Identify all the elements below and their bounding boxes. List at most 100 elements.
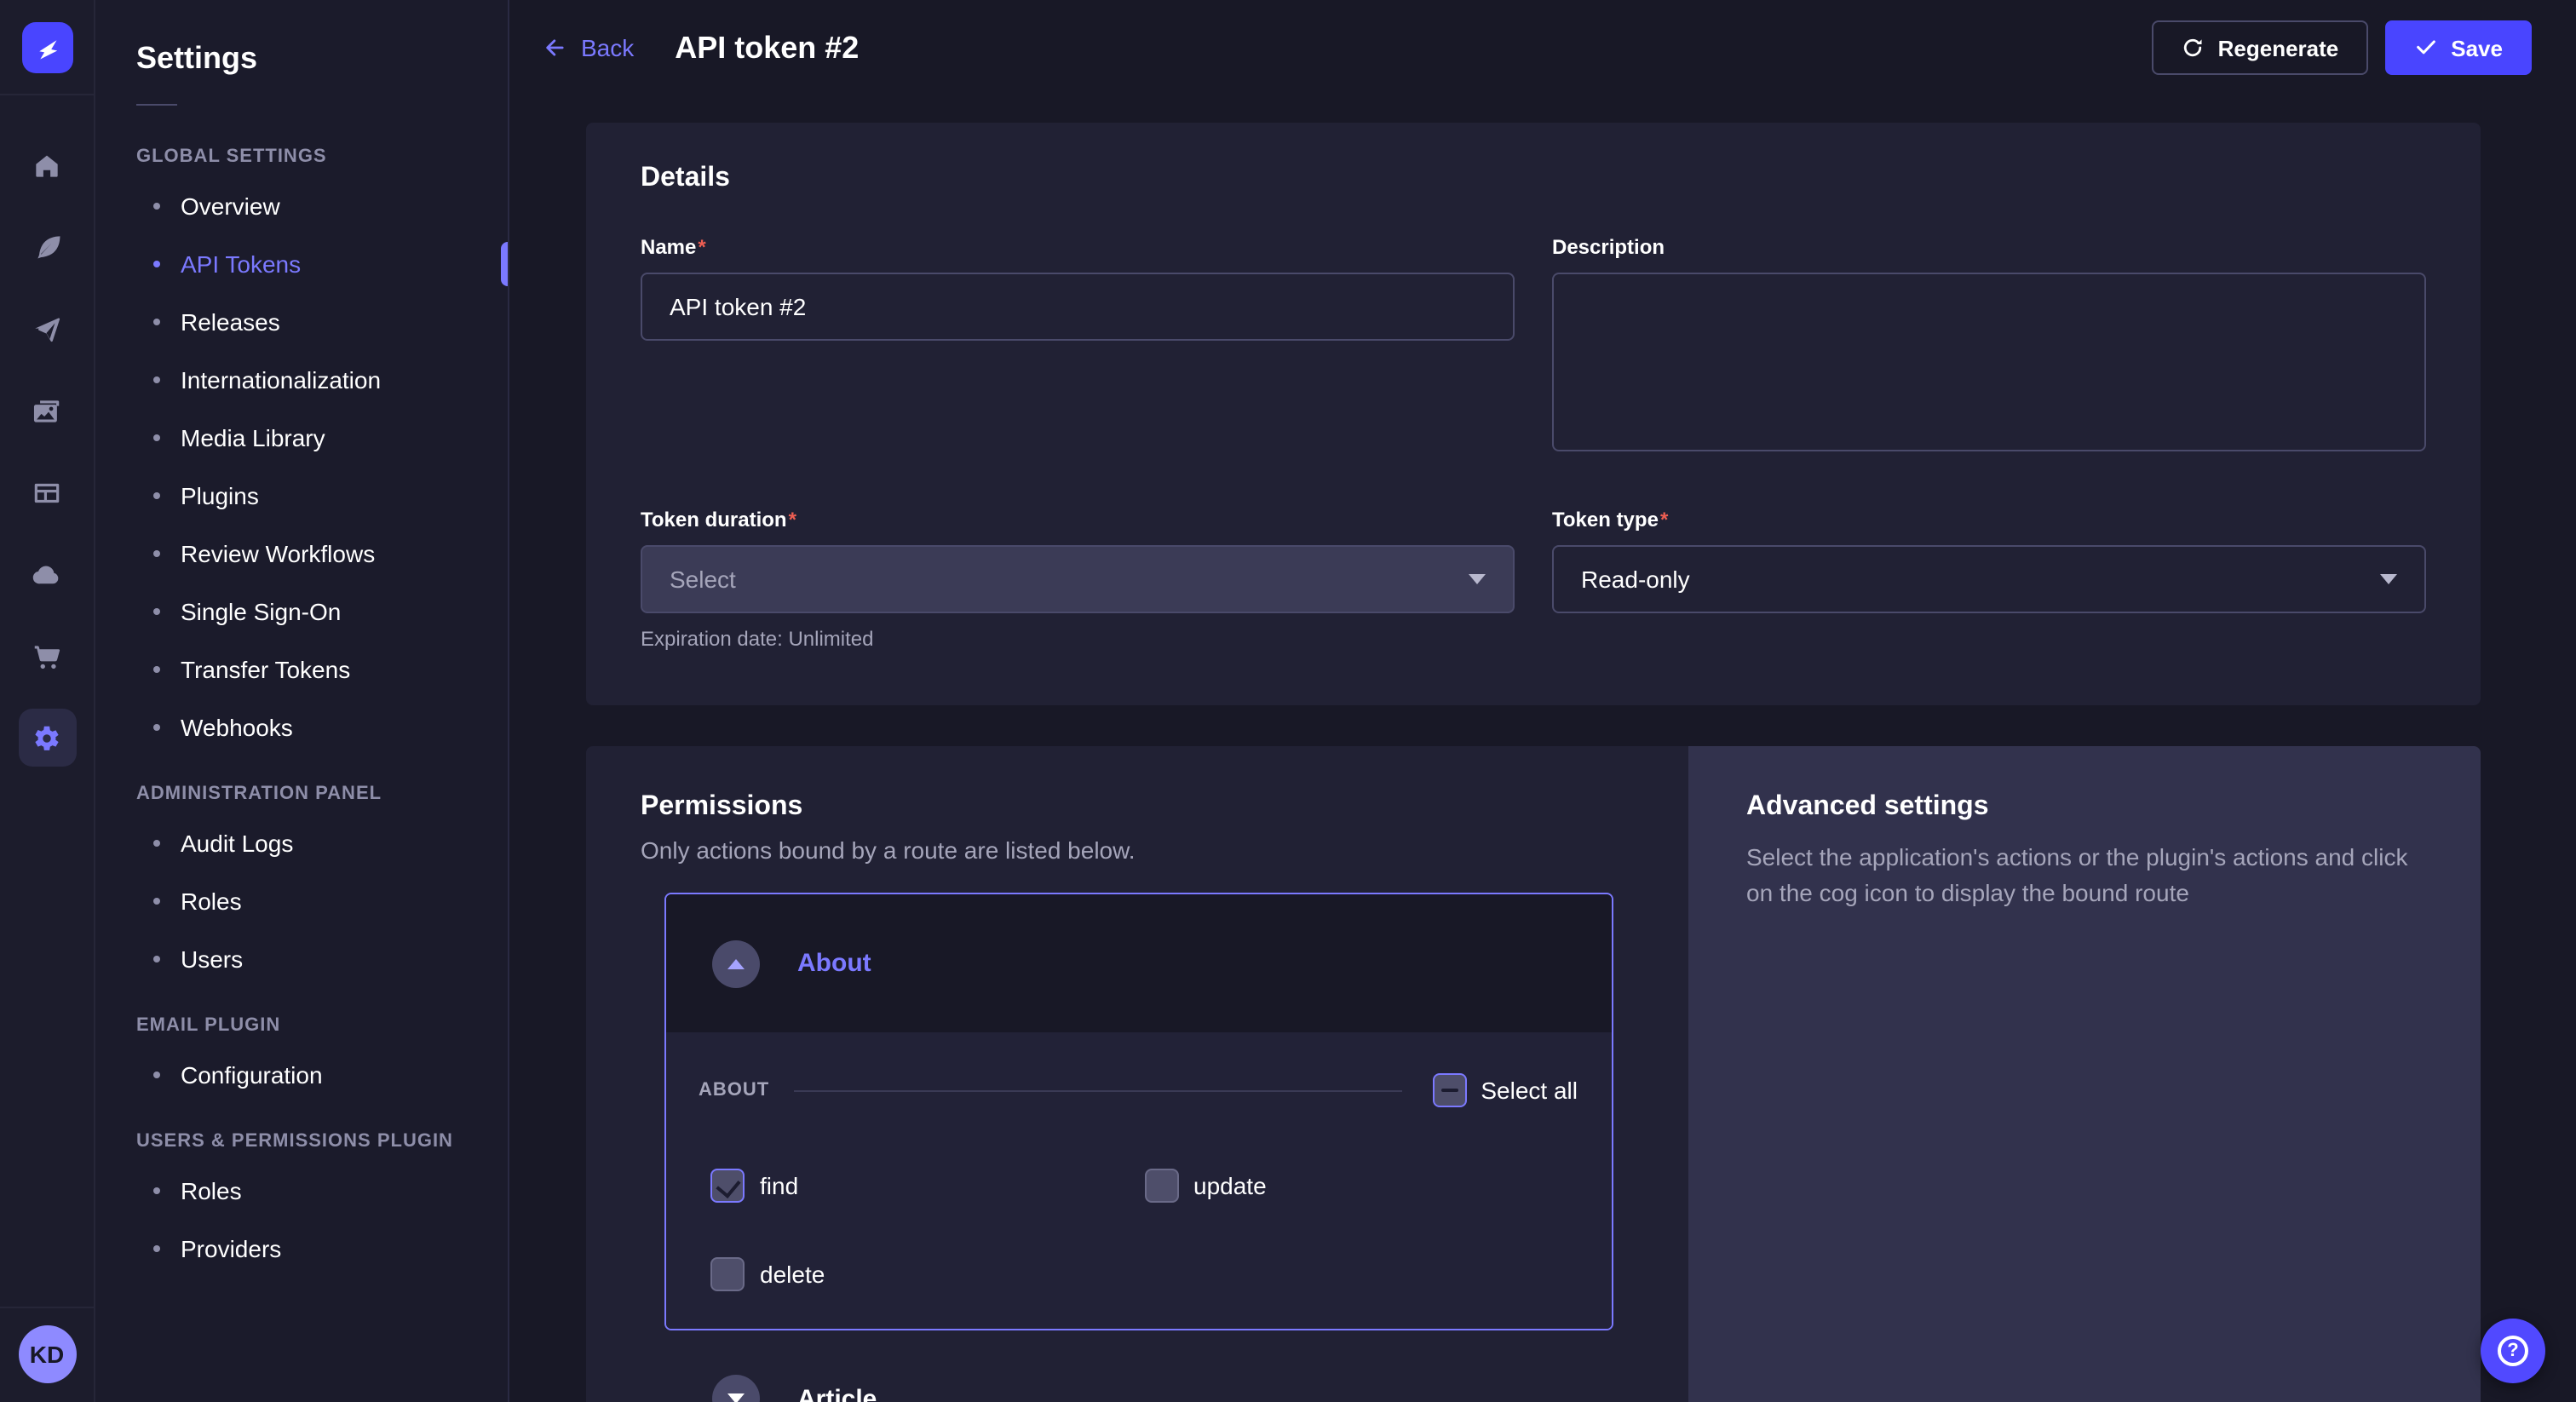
sidebar-item-label: Roles <box>181 1177 242 1204</box>
sidebar-item-webhooks[interactable]: Webhooks <box>95 698 508 756</box>
action-delete[interactable]: delete <box>710 1257 1144 1291</box>
update-label: update <box>1193 1172 1267 1199</box>
sidebar-item-email-configuration[interactable]: Configuration <box>95 1046 508 1104</box>
select-all-control[interactable]: Select all <box>1433 1073 1578 1107</box>
sidebar-item-label: Media Library <box>181 424 325 451</box>
token-type-select[interactable]: Read-only <box>1552 545 2426 613</box>
accordion-about-header[interactable]: About <box>666 894 1612 1032</box>
sidebar-item-single-sign-on[interactable]: Single Sign-On <box>95 583 508 641</box>
cloud-icon[interactable] <box>18 545 76 603</box>
regenerate-label: Regenerate <box>2218 35 2339 60</box>
paper-plane-icon[interactable] <box>18 300 76 358</box>
strapi-logo[interactable] <box>21 22 72 73</box>
description-textarea[interactable] <box>1552 273 2426 451</box>
find-label: find <box>760 1172 798 1199</box>
bullet-icon <box>153 376 160 383</box>
bullet-icon <box>153 608 160 615</box>
token-duration-select[interactable]: Select <box>641 545 1515 613</box>
settings-gear-icon[interactable] <box>18 709 76 767</box>
save-button[interactable]: Save <box>2384 20 2532 75</box>
section-label-email-plugin: EMAIL PLUGIN <box>95 988 508 1046</box>
subnav-title: Settings <box>95 0 508 77</box>
sidebar-item-review-workflows[interactable]: Review Workflows <box>95 525 508 583</box>
select-all-checkbox[interactable] <box>1433 1073 1467 1107</box>
sidebar-item-label: Plugins <box>181 482 259 509</box>
action-update[interactable]: update <box>1144 1169 1578 1203</box>
accordion-article-title: Article <box>797 1384 877 1402</box>
bullet-icon <box>153 203 160 210</box>
permissions-section: Permissions Only actions bound by a rout… <box>586 746 2481 1402</box>
back-label: Back <box>581 34 634 61</box>
select-all-label: Select all <box>1481 1077 1578 1104</box>
sidebar-item-label: Users <box>181 945 243 973</box>
name-input[interactable] <box>641 273 1515 341</box>
bullet-icon <box>153 956 160 962</box>
sidebar-item-up-providers[interactable]: Providers <box>95 1220 508 1278</box>
sidebar-item-api-tokens[interactable]: API Tokens <box>95 235 508 293</box>
sidebar-item-label: Internationalization <box>181 366 381 394</box>
delete-label: delete <box>760 1261 825 1288</box>
bullet-icon <box>153 840 160 847</box>
chevron-down-icon <box>1469 574 1486 584</box>
user-avatar[interactable]: KD <box>18 1325 76 1383</box>
sidebar-item-label: Webhooks <box>181 714 293 741</box>
refresh-icon <box>2181 36 2205 60</box>
required-asterisk: * <box>789 508 796 531</box>
update-checkbox[interactable] <box>1144 1169 1178 1203</box>
content-type-builder-icon[interactable] <box>18 463 76 521</box>
delete-checkbox[interactable] <box>710 1257 745 1291</box>
sidebar-item-admin-roles[interactable]: Roles <box>95 872 508 930</box>
home-icon[interactable] <box>18 136 76 194</box>
accordion-about-title: About <box>797 949 871 978</box>
main-content: Back API token #2 Regenerate Save Detail… <box>509 0 2576 1402</box>
section-label-global-settings: GLOBAL SETTINGS <box>95 119 508 177</box>
action-find[interactable]: find <box>710 1169 1144 1203</box>
sidebar-item-overview[interactable]: Overview <box>95 177 508 235</box>
help-button[interactable]: ? <box>2481 1319 2545 1383</box>
accordion-article[interactable]: Article <box>664 1330 1613 1402</box>
sidebar-item-transfer-tokens[interactable]: Transfer Tokens <box>95 641 508 698</box>
sidebar-item-audit-logs[interactable]: Audit Logs <box>95 814 508 872</box>
token-type-field-group: Token type* Read-only <box>1552 508 2426 651</box>
token-duration-placeholder: Select <box>670 566 736 593</box>
bullet-icon <box>153 666 160 673</box>
details-title: Details <box>641 164 2426 194</box>
page-title: API token #2 <box>675 30 859 66</box>
token-duration-field-group: Token duration* Select Expiration date: … <box>641 508 1515 651</box>
sidebar-item-label: Audit Logs <box>181 830 293 857</box>
back-link[interactable]: Back <box>543 34 634 61</box>
expand-toggle-button[interactable] <box>712 1375 760 1402</box>
sidebar-item-plugins[interactable]: Plugins <box>95 467 508 525</box>
collapse-toggle-button[interactable] <box>712 939 760 987</box>
sidebar-item-internationalization[interactable]: Internationalization <box>95 351 508 409</box>
sidebar-item-label: Transfer Tokens <box>181 656 350 683</box>
permissions-title: Permissions <box>641 792 1613 823</box>
bullet-icon <box>153 492 160 499</box>
bullet-icon <box>153 434 160 441</box>
chevron-up-icon <box>727 958 745 968</box>
sidebar-item-media-library[interactable]: Media Library <box>95 409 508 467</box>
details-form-row-2: Token duration* Select Expiration date: … <box>641 508 2426 651</box>
media-library-icon[interactable] <box>18 382 76 440</box>
sidebar-item-admin-users[interactable]: Users <box>95 930 508 988</box>
sidebar-item-label: Roles <box>181 888 242 915</box>
about-subsection-label: ABOUT <box>699 1080 769 1100</box>
section-label-administration-panel: ADMINISTRATION PANEL <box>95 756 508 814</box>
accordion-about: About ABOUT Select all <box>664 893 1613 1330</box>
active-indicator <box>501 242 508 286</box>
regenerate-button[interactable]: Regenerate <box>2152 20 2368 75</box>
sidebar-item-releases[interactable]: Releases <box>95 293 508 351</box>
find-checkbox[interactable] <box>710 1169 745 1203</box>
accordion-about-body: ABOUT Select all <box>666 1032 1612 1329</box>
content-manager-feather-icon[interactable] <box>18 218 76 276</box>
details-card: Details Name* Description Token duration… <box>586 123 2481 705</box>
permissions-header: Permissions Only actions bound by a rout… <box>586 792 1613 864</box>
subnav-title-divider <box>136 104 177 106</box>
details-form-row-1: Name* Description <box>641 235 2426 460</box>
strapi-admin-app: KD Settings GLOBAL SETTINGS Overview API… <box>0 0 2576 1402</box>
marketplace-cart-icon[interactable] <box>18 627 76 685</box>
strapi-logo-icon <box>32 32 62 63</box>
page-header: Back API token #2 Regenerate Save <box>509 0 2576 95</box>
sidebar-item-up-roles[interactable]: Roles <box>95 1162 508 1220</box>
section-label-users-permissions-plugin: USERS & PERMISSIONS PLUGIN <box>95 1104 508 1162</box>
